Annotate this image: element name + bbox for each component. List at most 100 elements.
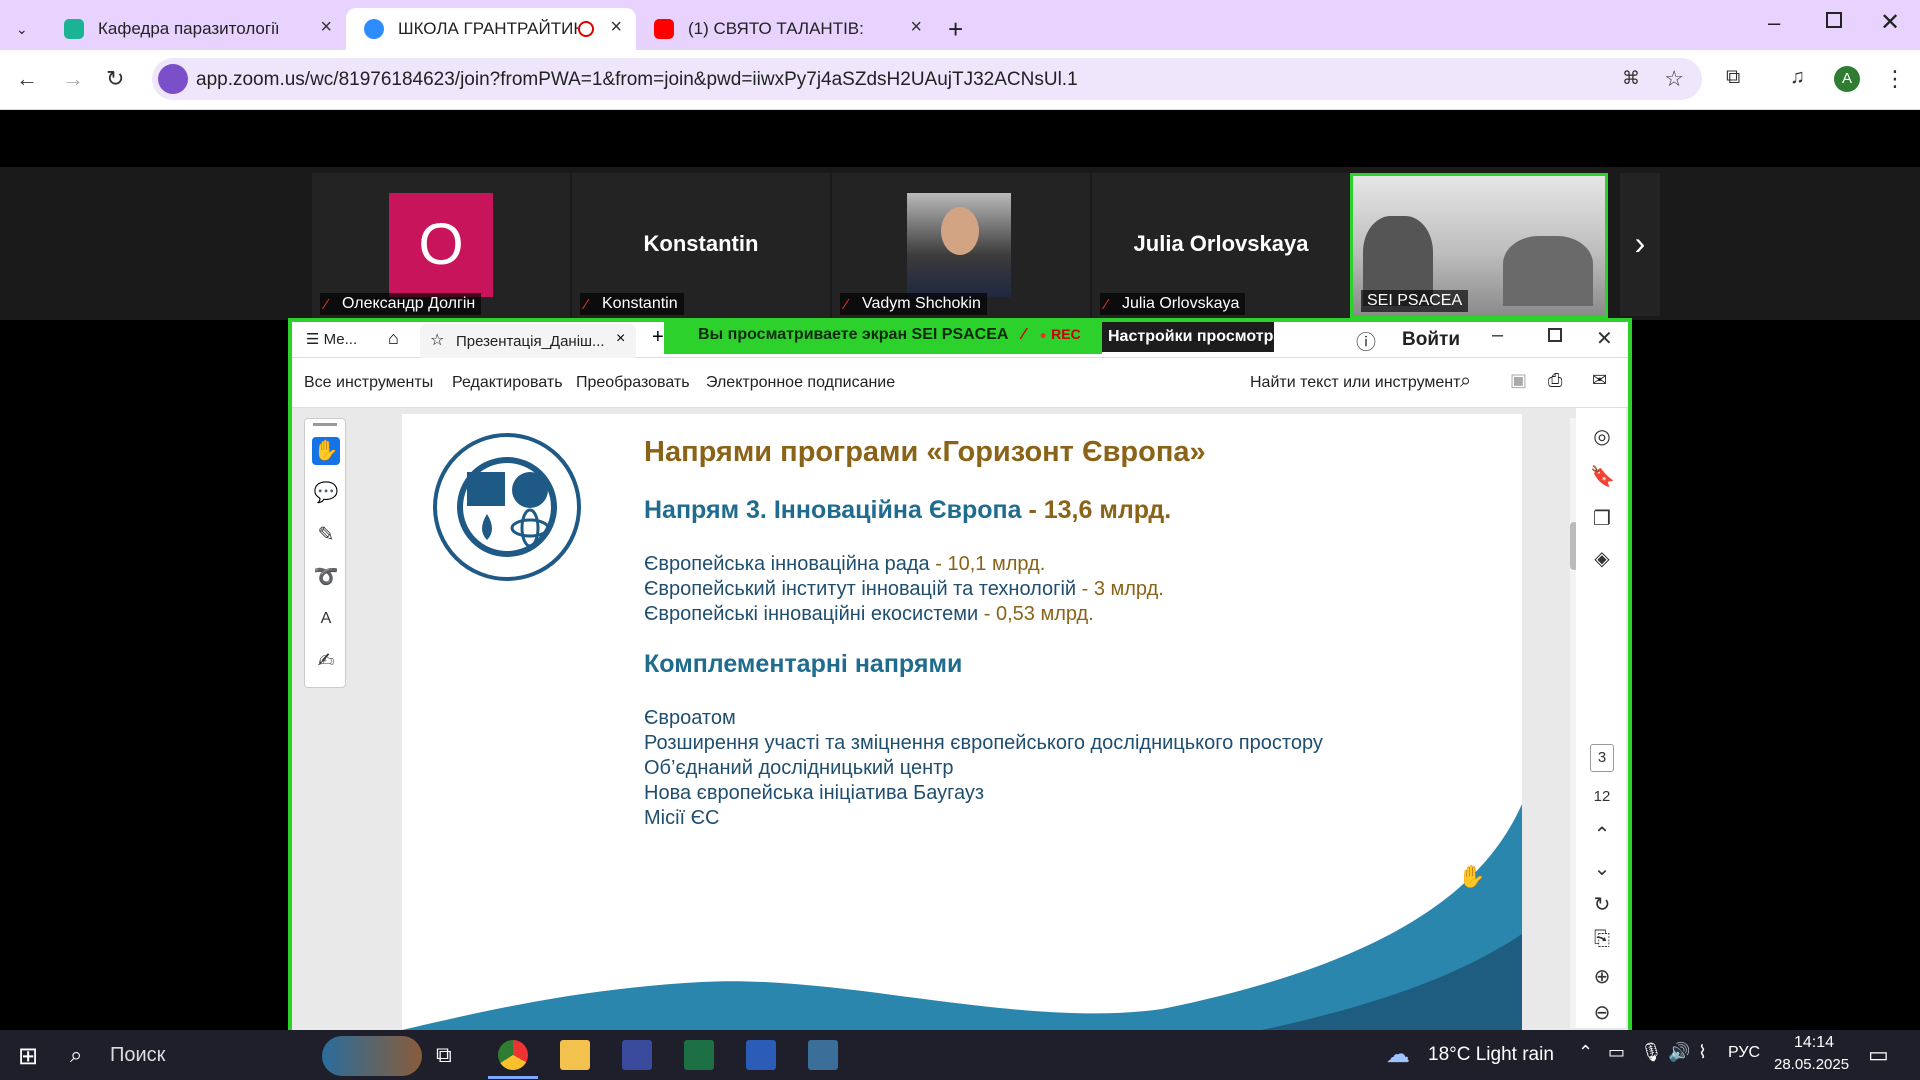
search-icon[interactable]: ⌕ [1460,370,1471,393]
text-select-icon[interactable]: A [312,605,340,633]
star-icon[interactable]: ☆ [430,330,444,350]
browser-tab-1[interactable]: Кафедра паразитології та вете × [46,8,346,50]
media-control-icon[interactable]: ♫ [1790,66,1805,89]
weather-text[interactable]: 18°C Light rain [1428,1044,1554,1066]
participant-tile-active-speaker[interactable]: SEI PSACEA [1350,173,1608,319]
tab-search-button[interactable]: ⌄ [0,8,40,50]
word-icon[interactable] [746,1040,776,1070]
participant-tile[interactable]: ⁄ Vadym Shchokin [832,173,1090,319]
comment-icon[interactable]: 💬 [312,479,340,507]
password-key-icon[interactable]: ⌘ [1622,68,1640,89]
calculator-icon[interactable] [808,1040,838,1070]
pdf-document-tab[interactable]: ☆ Презентація_Даніш... × [420,324,636,358]
browser-tab-2-active[interactable]: ШКОЛА ГРАНТРАЙТИНГУ: × [346,8,636,50]
network-icon[interactable]: ⌇ [1698,1042,1707,1063]
list-item: Європейська інноваційна рада - 10,1 млрд… [644,553,1046,575]
excel-icon[interactable] [684,1040,714,1070]
muted-mic-icon: ⁄ [1105,296,1108,313]
file-explorer-icon[interactable] [560,1040,590,1070]
zoom-out-icon[interactable]: ⊖ [1590,1000,1614,1025]
close-tab-icon[interactable]: × [320,16,332,39]
restore-window-icon[interactable] [1826,12,1842,28]
pdf-restore-icon[interactable] [1548,328,1562,342]
pdf-menu[interactable]: ☰ Ме... [306,330,357,348]
url-text[interactable]: app.zoom.us/wc/81976184623/join?fromPWA=… [196,69,1078,91]
search-icon[interactable]: ⌕ [70,1042,82,1068]
zoom-in-icon[interactable]: ⊕ [1590,964,1614,989]
new-tab-button[interactable]: + [948,8,978,50]
page-up-chevron-icon[interactable]: ⌃ [1590,822,1614,847]
mail-icon[interactable]: ✉ [1592,370,1607,391]
meet-icon[interactable]: ▭ [1608,1042,1625,1063]
rotate-icon[interactable]: ↻ [1590,892,1614,917]
extensions-icon[interactable]: ⧉ [1726,66,1740,89]
pdf-viewport: ✋ 💬 ✎ ➰ A ✍ Напрями програми «Горизонт Є… [292,408,1628,1030]
reload-icon[interactable]: ↻ [106,66,124,92]
login-button[interactable]: Войти [1402,329,1460,351]
esign-button[interactable]: Электронное подписание [706,374,895,392]
profile-avatar[interactable]: A [1834,66,1860,92]
list-item: Євроатом [644,707,736,729]
add-pdf-tab-icon[interactable]: + [652,326,664,349]
browser-tab-3[interactable]: (1) СВЯТО ТАЛАНТІВ: ДЕНЬ ДР × [636,8,936,50]
ai-assistant-icon[interactable]: ◎ [1590,424,1614,449]
participant-name: ⁄ Олександр Долгін [320,293,482,315]
app-taskbar-icon[interactable] [622,1040,652,1070]
pdf-close-icon[interactable]: ✕ [1596,326,1613,351]
close-window-icon[interactable]: ✕ [1880,8,1900,37]
volume-icon[interactable]: 🔊 [1668,1042,1690,1063]
pages-icon[interactable]: ❐ [1590,506,1614,531]
edit-button[interactable]: Редактировать [452,374,563,392]
bookmarks-icon[interactable]: 🔖 [1590,464,1615,489]
highlight-pen-icon[interactable]: ✎ [312,521,340,549]
recording-icon [578,21,594,37]
hand-tool-icon[interactable]: ✋ [312,437,340,465]
all-tools-button[interactable]: Все инструменты [304,374,433,392]
view-settings-button[interactable]: Настройки просмотра [1102,322,1274,352]
tray-chevron-icon[interactable]: ⌃ [1578,1042,1593,1063]
task-view-icon[interactable]: ⧉ [436,1042,452,1068]
layers-icon[interactable]: ◈ [1590,546,1614,571]
clock-time[interactable]: 14:14 [1794,1034,1834,1052]
chrome-taskbar-icon[interactable] [498,1040,528,1070]
page-down-chevron-icon[interactable]: ⌄ [1590,856,1614,881]
forward-arrow-icon[interactable]: → [62,66,84,92]
close-tab-icon[interactable]: × [910,16,922,39]
windows-start-icon[interactable]: ⊞ [18,1042,38,1071]
next-participants-chevron-icon[interactable]: › [1620,173,1660,316]
current-page-input[interactable]: 3 [1590,744,1614,772]
find-tool-input[interactable]: Найти текст или инструмент [1250,374,1460,392]
taskbar-search-box[interactable]: Поиск [110,1044,165,1067]
pdf-minimize-icon[interactable]: – [1492,324,1503,347]
participant-name: ⁄ Konstantin [580,293,684,315]
print-icon[interactable]: ⎙ [1548,370,1562,391]
sign-icon[interactable]: ✍ [312,647,340,675]
close-tab-icon[interactable]: × [610,16,622,39]
convert-button[interactable]: Преобразовать [576,374,690,392]
participant-name: SEI PSACEA [1361,290,1469,312]
notifications-icon[interactable]: ▭ [1868,1042,1889,1068]
participant-tile[interactable]: О ⁄ Олександр Долгін [312,173,570,319]
browser-menu-icon[interactable]: ⋮ [1884,66,1906,92]
home-icon[interactable]: ⌂ [388,328,399,349]
fit-page-icon[interactable]: ⎘ [1590,928,1614,951]
participant-photo [907,193,1011,297]
draw-lasso-icon[interactable]: ➰ [312,563,340,591]
close-pdf-tab-icon[interactable]: × [616,330,625,348]
back-arrow-icon[interactable]: ← [16,66,38,92]
list-item: Нова європейська ініціатива Баугауз [644,782,985,804]
bookmark-star-icon[interactable]: ☆ [1664,66,1684,92]
site-info-icon[interactable] [158,64,188,94]
clock-date[interactable]: 28.05.2025 [1774,1056,1849,1073]
participant-tile[interactable]: Konstantin ⁄ Konstantin [572,173,830,319]
help-icon[interactable]: ⓘ [1356,326,1376,355]
language-indicator[interactable]: РУС [1728,1044,1760,1062]
list-item: Розширення участі та зміцнення європейсь… [644,732,1323,754]
mic-icon[interactable]: 🎙 [1640,1042,1663,1063]
participant-tile[interactable]: Julia Orlovskaya ⁄ Julia Orlovskaya [1092,173,1350,319]
omnibox[interactable]: app.zoom.us/wc/81976184623/join?fromPWA=… [152,58,1702,100]
save-icon[interactable]: ▣ [1510,370,1527,391]
participant-display-name: Konstantin [643,231,759,256]
tab-title: (1) СВЯТО ТАЛАНТІВ: ДЕНЬ ДР [688,19,868,38]
minimize-window-icon[interactable]: – [1768,10,1780,36]
